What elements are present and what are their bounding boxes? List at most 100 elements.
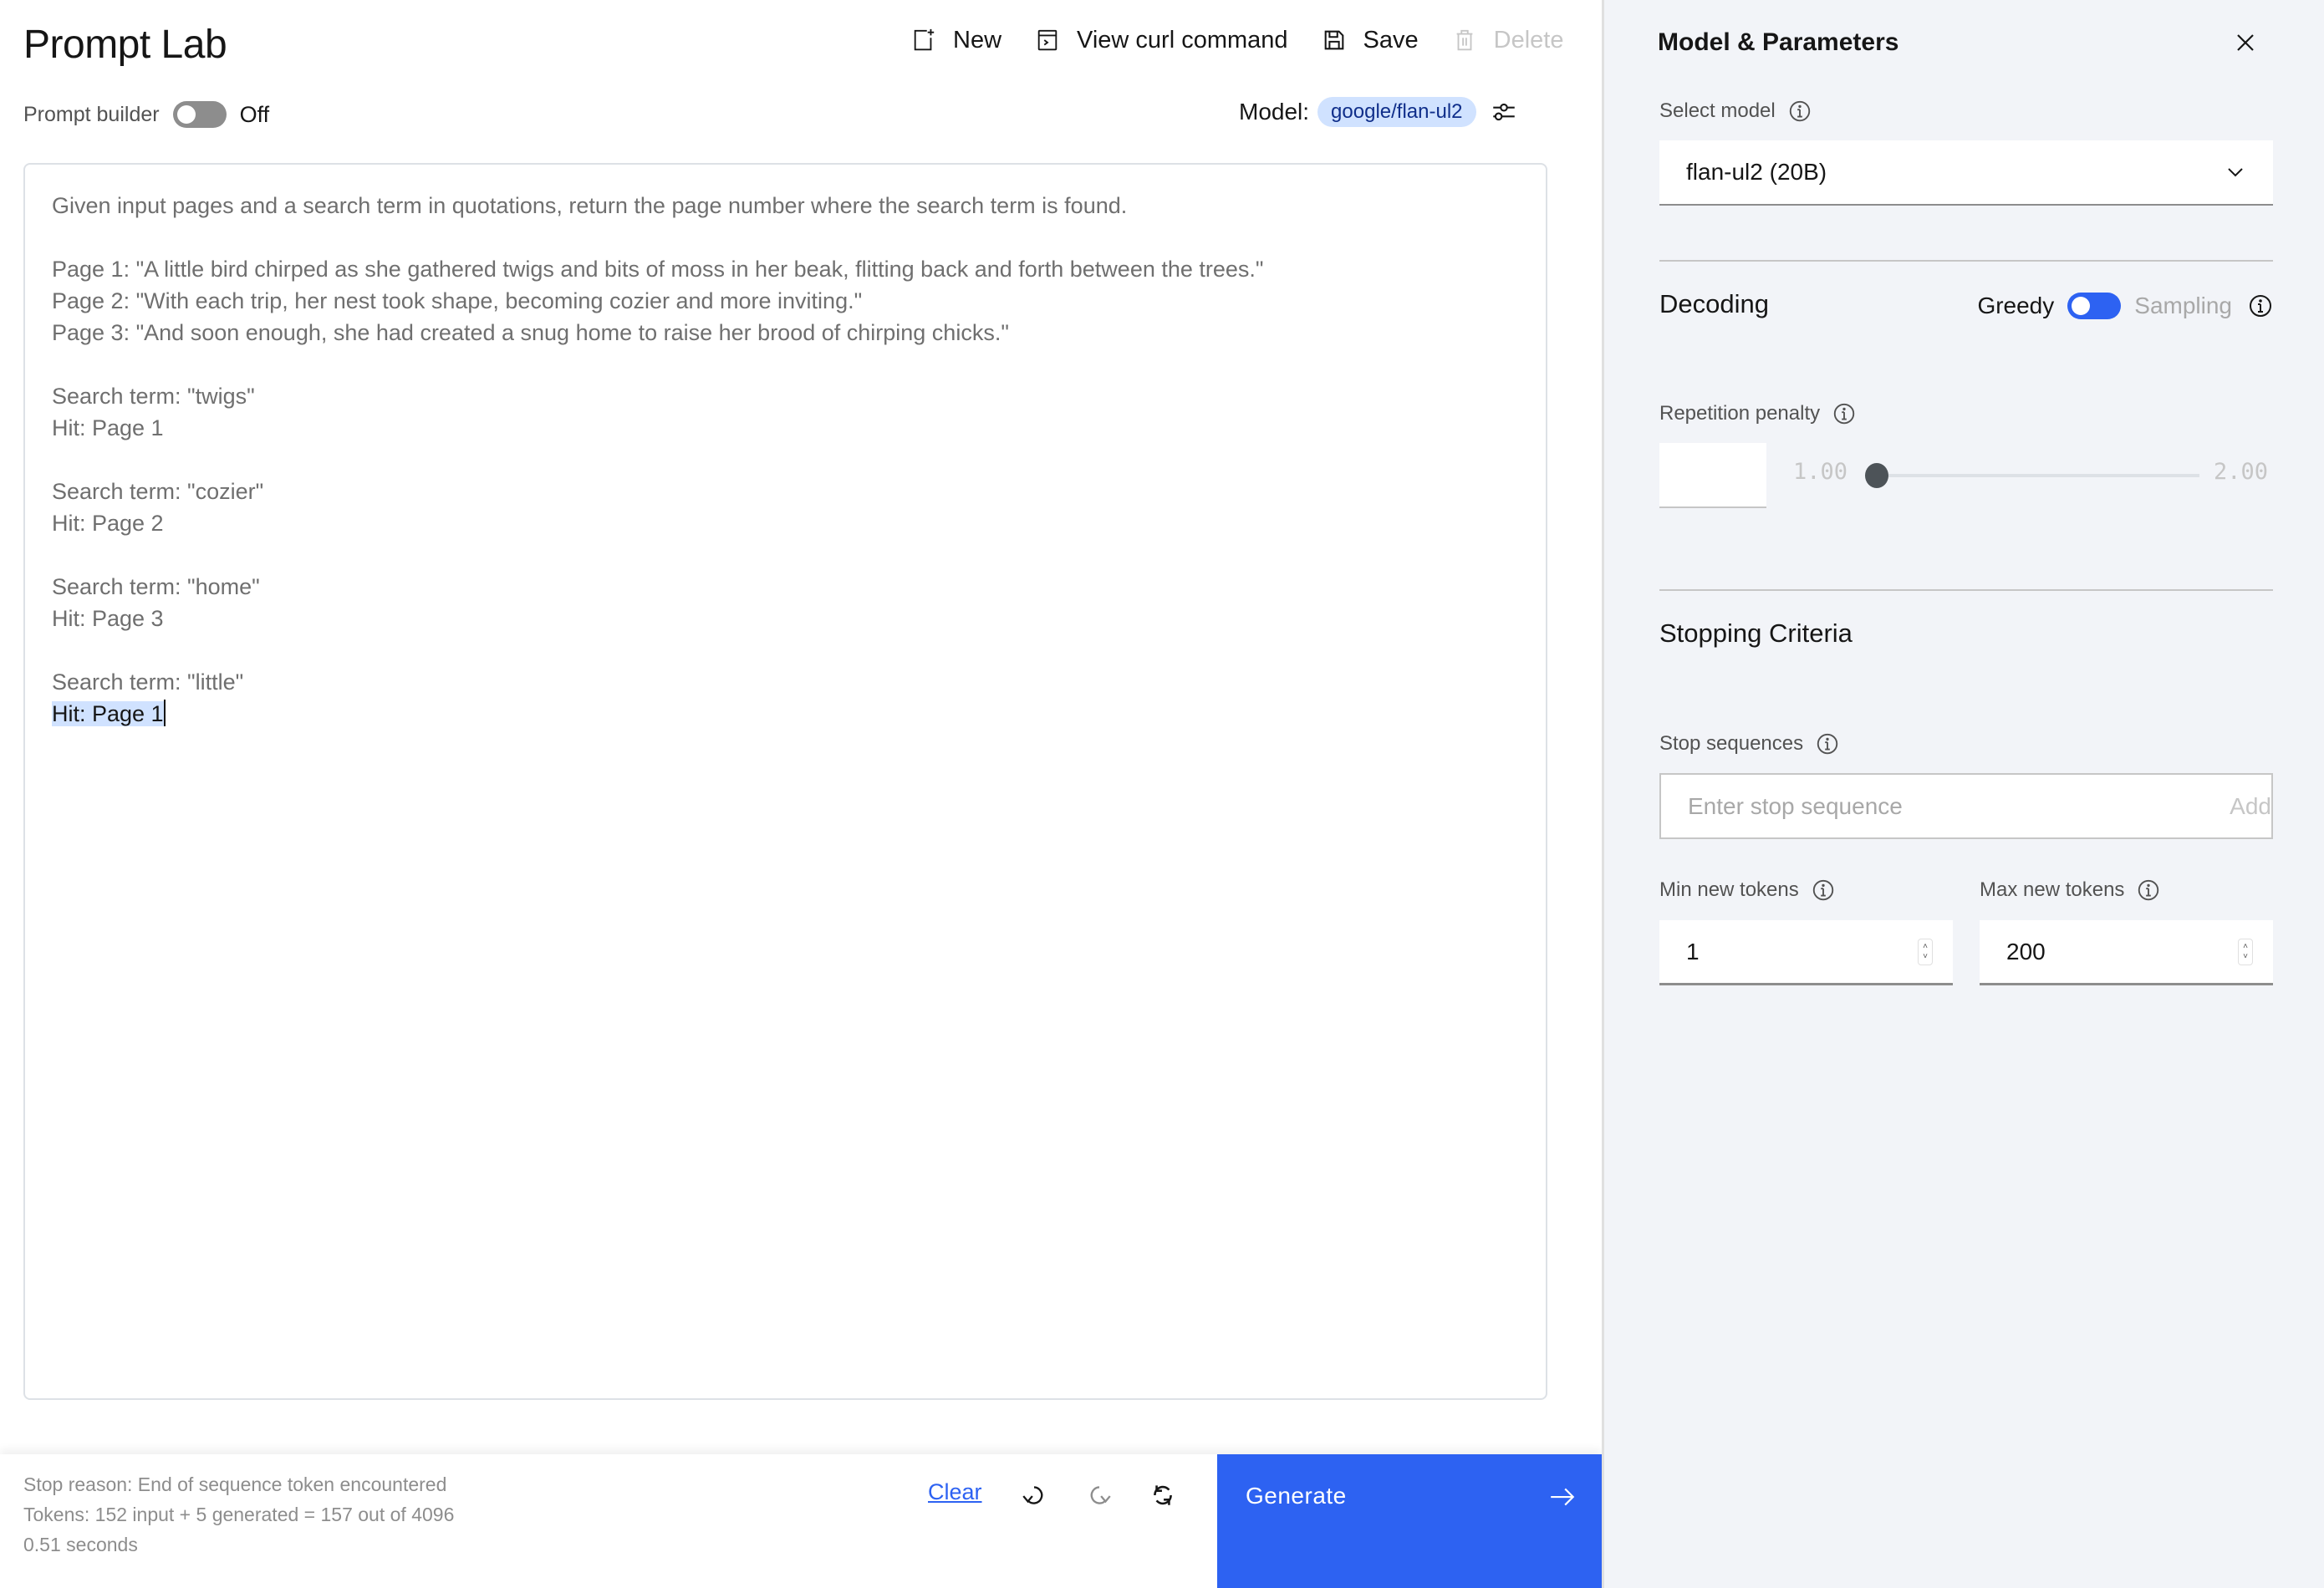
stopping-criteria-title: Stopping Criteria (1659, 618, 1853, 648)
new-document-icon (914, 28, 935, 51)
duration: 0.51 seconds (23, 1534, 138, 1555)
min-tokens-stepper[interactable]: ˄ ˅ (1918, 938, 1933, 965)
model-select[interactable]: flan-ul2 (20B) (1659, 140, 2273, 206)
stop-sequence-input[interactable]: Enter stop sequence Add (1659, 773, 2273, 839)
prompt-builder-label: Prompt builder (23, 102, 160, 126)
text-caret (163, 700, 166, 726)
toolbar: New View curl command Save Delete (911, 23, 1563, 57)
chevron-up-icon[interactable]: ˄ (1923, 942, 1928, 952)
prompt-line: Page 1: "A little bird chirped as she ga… (52, 257, 1264, 282)
generated-output-line: Hit: Page 1 (52, 698, 1519, 730)
decoding-title: Decoding (1659, 289, 1769, 318)
repetition-penalty-label: Repetition penalty (1659, 402, 1821, 425)
settings-adjust-icon[interactable] (1490, 98, 1518, 126)
prompt-editor[interactable]: Given input pages and a search term in q… (23, 163, 1547, 1400)
prompt-line: Search term: "twigs" (52, 384, 255, 409)
chevron-down-icon[interactable]: ˅ (1923, 952, 1928, 962)
reset-icon[interactable] (1149, 1481, 1177, 1509)
arrow-right-icon (1551, 1488, 1575, 1506)
prompt-line (52, 539, 1519, 571)
page-title: Prompt Lab (23, 23, 227, 67)
prompt-line: Hit: Page 2 (52, 511, 164, 536)
max-tokens-label-row: Max new tokens (1980, 878, 2161, 903)
undo-icon[interactable] (1020, 1481, 1048, 1509)
greedy-label: Greedy (1977, 293, 2055, 318)
info-icon[interactable] (2136, 878, 2161, 903)
prompt-text[interactable]: Given input pages and a search term in q… (52, 190, 1519, 730)
min-tokens-label-row: Min new tokens (1659, 878, 1836, 903)
decoding-toggle[interactable] (2067, 293, 2122, 319)
generation-status: Stop reason: End of sequence token encou… (23, 1469, 454, 1560)
repetition-penalty-label-row: Repetition penalty (1659, 401, 1857, 426)
prompt-line: Page 2: "With each trip, her nest took s… (52, 288, 863, 313)
terminal-icon (1037, 29, 1058, 51)
section-divider (1659, 589, 2273, 591)
prompt-line: Search term: "little" (52, 669, 244, 695)
model-chip[interactable]: google/flan-ul2 (1317, 97, 1476, 127)
info-icon[interactable] (1832, 401, 1857, 426)
info-icon[interactable] (1787, 99, 1812, 124)
prompt-line (52, 349, 1519, 380)
model-parameters-panel: Model & Parameters Select model flan-ul2… (1602, 0, 2324, 1588)
repetition-penalty-slider-track[interactable] (1877, 474, 2199, 477)
max-new-tokens-input[interactable]: 200 ˄ ˅ (1980, 920, 2273, 985)
token-count: Tokens: 152 input + 5 generated = 157 ou… (23, 1504, 455, 1525)
max-tokens-stepper[interactable]: ˄ ˅ (2238, 938, 2253, 965)
model-label: Model: (1239, 99, 1310, 125)
chevron-down-icon (2228, 168, 2243, 177)
new-label: New (953, 26, 1002, 53)
save-label: Save (1363, 26, 1419, 53)
prompt-line (52, 444, 1519, 476)
view-curl-label: View curl command (1077, 26, 1288, 53)
prompt-line: Search term: "home" (52, 574, 260, 599)
decoding-switch: Greedy Sampling (1977, 289, 2274, 323)
max-new-tokens-value: 200 (2006, 938, 2046, 965)
prompt-builder-row: Prompt builder Off (23, 99, 269, 130)
repetition-penalty-slider-thumb[interactable] (1865, 463, 1888, 488)
slider-max-label: 2.00 (2214, 459, 2269, 485)
delete-label: Delete (1493, 26, 1564, 53)
prompt-builder-toggle[interactable] (172, 101, 227, 128)
prompt-line (52, 221, 1519, 253)
prompt-line: Search term: "cozier" (52, 479, 264, 504)
save-button[interactable]: Save (1322, 27, 1419, 54)
generated-output: Hit: Page 1 (52, 701, 164, 726)
footer: Stop reason: End of sequence token encou… (0, 1454, 1602, 1588)
info-icon[interactable] (1811, 878, 1836, 903)
model-row: Model: google/flan-ul2 (1239, 95, 1518, 129)
panel-title: Model & Parameters (1658, 28, 1899, 56)
add-stop-sequence-button[interactable]: Add (2230, 793, 2271, 820)
delete-button[interactable]: Delete (1452, 26, 1564, 54)
model-select-value: flan-ul2 (20B) (1686, 159, 1827, 185)
prompt-line: Page 3: "And soon enough, she had create… (52, 320, 1009, 345)
toggle-knob (176, 105, 196, 124)
min-new-tokens-value: 1 (1686, 938, 1700, 965)
prompt-builder-state: Off (239, 101, 270, 127)
redo-icon[interactable] (1085, 1481, 1114, 1509)
prompt-line (52, 634, 1519, 666)
new-button[interactable]: New (911, 27, 1001, 54)
stop-sequences-label-row: Stop sequences (1659, 731, 1840, 756)
repetition-penalty-input[interactable] (1659, 443, 1766, 508)
prompt-line: Hit: Page 3 (52, 606, 164, 631)
close-icon[interactable] (2235, 32, 2256, 53)
generate-button[interactable]: Generate (1217, 1454, 1602, 1588)
select-model-label: Select model (1659, 99, 1776, 122)
stop-reason: Stop reason: End of sequence token encou… (23, 1473, 447, 1495)
trash-icon (1456, 29, 1473, 51)
section-divider (1659, 260, 2273, 262)
min-tokens-label: Min new tokens (1659, 878, 1799, 901)
slider-min-label: 1.00 (1793, 459, 1848, 485)
clear-button[interactable]: Clear (928, 1479, 982, 1505)
prompt-lab-main: Prompt Lab Prompt builder Off New View c… (0, 0, 1602, 1588)
stop-sequences-label: Stop sequences (1659, 732, 1804, 755)
info-icon[interactable] (1815, 731, 1840, 756)
max-tokens-label: Max new tokens (1980, 878, 2125, 901)
chevron-up-icon[interactable]: ˄ (2243, 942, 2248, 952)
min-new-tokens-input[interactable]: 1 ˄ ˅ (1659, 920, 1953, 985)
info-icon[interactable] (2247, 293, 2274, 319)
generate-label: Generate (1246, 1483, 1347, 1509)
chevron-down-icon[interactable]: ˅ (2243, 952, 2248, 962)
view-curl-button[interactable]: View curl command (1035, 27, 1288, 54)
prompt-line: Hit: Page 1 (52, 415, 164, 440)
